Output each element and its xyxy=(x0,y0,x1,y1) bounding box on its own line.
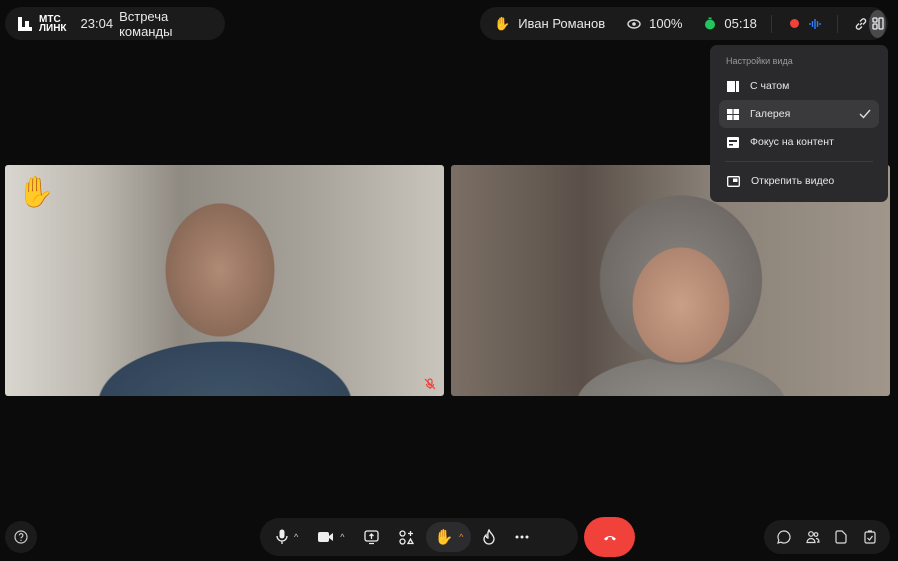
pip-icon xyxy=(727,175,740,187)
audio-wave-icon xyxy=(809,18,821,29)
view-settings-menu: Настройки вида С чатом Галерея Фокус на … xyxy=(710,45,888,202)
help-icon xyxy=(14,530,28,544)
chevron-up-icon[interactable]: ^ xyxy=(340,532,344,542)
more-button[interactable] xyxy=(507,522,537,552)
tasks-button[interactable] xyxy=(856,523,884,551)
chevron-up-icon[interactable]: ^ xyxy=(294,532,298,542)
end-call-button[interactable] xyxy=(584,517,635,557)
divider xyxy=(770,14,772,33)
menu-item-label: С чатом xyxy=(750,80,790,92)
menu-item-focus-content[interactable]: Фокус на контент xyxy=(719,128,879,156)
link-icon xyxy=(855,17,866,30)
hand-icon: ✋ xyxy=(494,15,511,31)
meeting-time: 23:04 xyxy=(80,16,114,31)
apps-icon xyxy=(399,529,415,545)
focus-content-icon xyxy=(727,136,739,148)
flame-icon xyxy=(483,529,496,545)
meeting-header: МТС ЛИНК 23:04 Встреча команды xyxy=(5,7,225,40)
timer[interactable]: 05:18 xyxy=(704,16,757,31)
menu-item-with-chat[interactable]: С чатом xyxy=(719,72,879,100)
logo-icon xyxy=(18,16,32,31)
hand-icon: ✋ xyxy=(434,529,454,546)
files-button[interactable] xyxy=(827,523,855,551)
chat-layout-icon xyxy=(727,80,739,92)
menu-item-gallery[interactable]: Галерея xyxy=(719,100,879,128)
status-bar: ✋ Иван Романов 100% 05:18 xyxy=(480,7,888,40)
mic-muted-icon xyxy=(424,378,436,390)
meeting-title: Встреча команды xyxy=(119,8,173,39)
hang-up-icon xyxy=(603,535,616,540)
quality-indicator[interactable]: 100% xyxy=(627,16,682,31)
eye-icon xyxy=(627,18,641,29)
participants-button[interactable] xyxy=(799,523,827,551)
stopwatch-icon xyxy=(705,17,716,30)
divider xyxy=(837,14,839,33)
camera-icon xyxy=(318,532,334,542)
audio-button[interactable] xyxy=(807,10,824,38)
check-icon xyxy=(859,109,871,119)
camera-button[interactable]: ^ xyxy=(310,522,352,552)
screen-share-icon xyxy=(364,529,380,544)
microphone-button[interactable]: ^ xyxy=(268,522,306,552)
timer-value: 05:18 xyxy=(724,16,757,31)
chevron-up-icon[interactable]: ^ xyxy=(459,532,463,542)
mts-link-logo: МТС ЛИНК xyxy=(17,14,67,34)
menu-item-label: Фокус на контент xyxy=(750,136,834,148)
help-button[interactable] xyxy=(5,521,37,553)
checklist-icon xyxy=(864,530,876,544)
menu-item-label: Галерея xyxy=(750,108,791,120)
screen-share-button[interactable] xyxy=(356,522,387,552)
copy-link-button[interactable] xyxy=(852,10,869,38)
view-settings-button[interactable] xyxy=(869,9,887,38)
chat-icon xyxy=(777,530,791,544)
video-tile-participant-1[interactable]: ✋ xyxy=(5,165,444,396)
participants-icon xyxy=(806,531,820,544)
menu-item-detach-video[interactable]: Открепить видео xyxy=(719,167,879,195)
raised-hand-user: Иван Романов xyxy=(518,16,606,31)
file-icon xyxy=(835,530,847,544)
raised-hand-indicator[interactable]: ✋ Иван Романов xyxy=(494,16,605,32)
gallery-icon xyxy=(727,108,739,120)
quality-value: 100% xyxy=(649,16,683,31)
logo-line2: ЛИНК xyxy=(39,22,67,34)
layout-icon xyxy=(871,17,884,30)
microphone-icon xyxy=(276,529,288,544)
side-panel-controls xyxy=(764,520,890,554)
record-icon xyxy=(789,19,799,28)
record-button[interactable] xyxy=(786,10,803,38)
chat-button[interactable] xyxy=(770,523,798,551)
more-icon xyxy=(515,535,529,539)
apps-button[interactable] xyxy=(391,522,422,552)
menu-divider xyxy=(725,161,873,162)
call-controls: ^ ^ ✋ ^ xyxy=(260,518,578,556)
menu-title: Настройки вида xyxy=(726,56,793,66)
raised-hand-icon: ✋ xyxy=(17,176,55,209)
raise-hand-button[interactable]: ✋ ^ xyxy=(426,522,472,552)
menu-item-label: Открепить видео xyxy=(751,175,835,187)
reactions-button[interactable] xyxy=(475,522,503,552)
